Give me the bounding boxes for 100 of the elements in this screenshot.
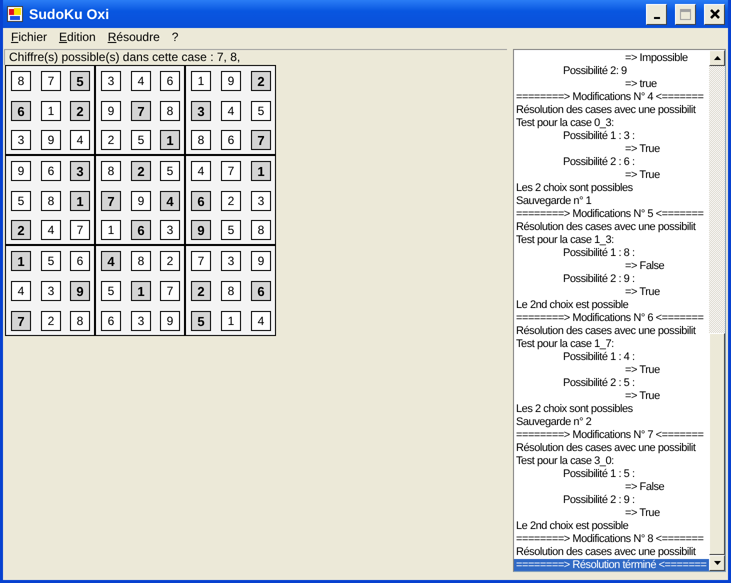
scroll-up-button[interactable] bbox=[709, 50, 725, 66]
sudoku-cell[interactable]: 4 bbox=[221, 101, 241, 121]
sudoku-cell[interactable]: 9 bbox=[160, 311, 180, 331]
sudoku-cell[interactable]: 4 bbox=[191, 161, 211, 181]
sudoku-cell[interactable]: 4 bbox=[101, 251, 121, 271]
sudoku-cell[interactable]: 6 bbox=[191, 191, 211, 211]
sudoku-cell[interactable]: 7 bbox=[131, 101, 151, 121]
sudoku-cell[interactable]: 2 bbox=[131, 161, 151, 181]
sudoku-cell[interactable]: 5 bbox=[11, 191, 31, 211]
log-line[interactable]: Possibilité 2 : 5 : bbox=[514, 377, 635, 390]
sudoku-cell[interactable]: 3 bbox=[221, 251, 241, 271]
sudoku-cell[interactable]: 8 bbox=[191, 130, 211, 150]
sudoku-cell[interactable]: 8 bbox=[11, 71, 31, 91]
log-line[interactable]: Les 2 choix sont possibles bbox=[514, 182, 633, 195]
log-line[interactable]: => True bbox=[514, 507, 660, 520]
log-line[interactable]: Possibilité 1 : 8 : bbox=[514, 247, 635, 260]
log-line[interactable]: => False bbox=[514, 260, 664, 273]
log-line[interactable]: Le 2nd choix est possible bbox=[514, 299, 628, 312]
log-line[interactable]: ========> Modifications N° 7 <======= bbox=[514, 429, 704, 442]
log-line[interactable]: Possibilité 1 : 3 : bbox=[514, 130, 635, 143]
sudoku-cell[interactable]: 8 bbox=[251, 220, 271, 240]
log-line[interactable]: Résolution des cases avec une possibilit bbox=[514, 325, 696, 338]
log-line[interactable]: Résolution des cases avec une possibilit bbox=[514, 104, 696, 117]
sudoku-cell[interactable]: 3 bbox=[70, 161, 90, 181]
menu-item[interactable]: Edition bbox=[53, 30, 102, 44]
log-line[interactable]: Possibilité 2 : 9 : bbox=[514, 494, 635, 507]
sudoku-cell[interactable]: 1 bbox=[101, 220, 121, 240]
sudoku-cell[interactable]: 9 bbox=[191, 220, 211, 240]
log-line[interactable]: Possibilité 2 : 9 : bbox=[514, 273, 635, 286]
sudoku-cell[interactable]: 3 bbox=[191, 101, 211, 121]
sudoku-cell[interactable]: 8 bbox=[101, 161, 121, 181]
log-line[interactable]: => Impossible bbox=[514, 52, 688, 65]
sudoku-cell[interactable]: 3 bbox=[11, 130, 31, 150]
sudoku-cell[interactable]: 1 bbox=[70, 191, 90, 211]
sudoku-cell[interactable]: 7 bbox=[11, 311, 31, 331]
sudoku-cell[interactable]: 2 bbox=[191, 281, 211, 301]
sudoku-cell[interactable]: 7 bbox=[191, 251, 211, 271]
sudoku-cell[interactable]: 1 bbox=[221, 311, 241, 331]
log-line[interactable]: => true bbox=[514, 78, 657, 91]
log-line[interactable]: Possibilité 1 : 4 : bbox=[514, 351, 635, 364]
log-line[interactable]: Le 2nd choix est possible bbox=[514, 520, 628, 533]
sudoku-cell[interactable]: 2 bbox=[251, 71, 271, 91]
sudoku-cell[interactable]: 4 bbox=[70, 130, 90, 150]
sudoku-cell[interactable]: 3 bbox=[101, 71, 121, 91]
sudoku-cell[interactable]: 7 bbox=[101, 191, 121, 211]
sudoku-cell[interactable]: 9 bbox=[11, 161, 31, 181]
log-line[interactable]: Résolution des cases avec une possibilit bbox=[514, 546, 696, 559]
sudoku-cell[interactable]: 5 bbox=[221, 220, 241, 240]
sudoku-cell[interactable]: 2 bbox=[70, 101, 90, 121]
sudoku-cell[interactable]: 6 bbox=[101, 311, 121, 331]
sudoku-cell[interactable]: 2 bbox=[221, 191, 241, 211]
sudoku-cell[interactable]: 9 bbox=[70, 281, 90, 301]
log-line[interactable]: Test pour la case 0_3: bbox=[514, 117, 614, 130]
sudoku-cell[interactable]: 2 bbox=[101, 130, 121, 150]
sudoku-cell[interactable]: 8 bbox=[41, 191, 61, 211]
log-line[interactable]: => True bbox=[514, 364, 660, 377]
log-line[interactable]: Possibilité 2 : 6 : bbox=[514, 156, 635, 169]
scroll-down-button[interactable] bbox=[709, 555, 725, 571]
minimize-button[interactable] bbox=[646, 4, 667, 24]
sudoku-cell[interactable]: 5 bbox=[70, 71, 90, 91]
sudoku-cell[interactable]: 8 bbox=[70, 311, 90, 331]
sudoku-cell[interactable]: 6 bbox=[41, 161, 61, 181]
sudoku-cell[interactable]: 5 bbox=[101, 281, 121, 301]
sudoku-cell[interactable]: 9 bbox=[221, 71, 241, 91]
sudoku-cell[interactable]: 1 bbox=[191, 71, 211, 91]
log-line[interactable]: ========> Modifications N° 4 <======= bbox=[514, 91, 704, 104]
sudoku-cell[interactable]: 6 bbox=[221, 130, 241, 150]
log-line[interactable]: ========> Modifications N° 5 <======= bbox=[514, 208, 704, 221]
sudoku-cell[interactable]: 8 bbox=[160, 101, 180, 121]
log-line[interactable]: Résolution des cases avec une possibilit bbox=[514, 442, 696, 455]
log-line[interactable]: Test pour la case 1_3: bbox=[514, 234, 614, 247]
sudoku-cell[interactable]: 2 bbox=[41, 311, 61, 331]
menu-item[interactable]: Fichier bbox=[5, 30, 54, 44]
log-line[interactable]: Résolution des cases avec une possibilit bbox=[514, 221, 696, 234]
sudoku-cell[interactable]: 4 bbox=[251, 311, 271, 331]
sudoku-cell[interactable]: 2 bbox=[160, 251, 180, 271]
log-line[interactable]: Les 2 choix sont possibles bbox=[514, 403, 633, 416]
sudoku-cell[interactable]: 1 bbox=[131, 281, 151, 301]
log-line[interactable]: Sauvegarde n° 2 bbox=[514, 416, 592, 429]
sudoku-cell[interactable]: 7 bbox=[41, 71, 61, 91]
sudoku-cell[interactable]: 4 bbox=[11, 281, 31, 301]
sudoku-cell[interactable]: 5 bbox=[251, 101, 271, 121]
sudoku-cell[interactable]: 4 bbox=[41, 220, 61, 240]
sudoku-cell[interactable]: 1 bbox=[160, 130, 180, 150]
sudoku-cell[interactable]: 8 bbox=[131, 251, 151, 271]
sudoku-cell[interactable]: 7 bbox=[160, 281, 180, 301]
menu-item[interactable]: Résoudre bbox=[102, 30, 166, 44]
sudoku-cell[interactable]: 5 bbox=[131, 130, 151, 150]
sudoku-cell[interactable]: 6 bbox=[11, 101, 31, 121]
sudoku-cell[interactable]: 5 bbox=[160, 161, 180, 181]
log-line[interactable]: => True bbox=[514, 169, 660, 182]
sudoku-cell[interactable]: 3 bbox=[131, 311, 151, 331]
sudoku-cell[interactable]: 1 bbox=[11, 251, 31, 271]
log-list[interactable] bbox=[513, 49, 726, 572]
maximize-button[interactable] bbox=[675, 4, 696, 24]
sudoku-cell[interactable]: 8 bbox=[221, 281, 241, 301]
sudoku-cell[interactable]: 1 bbox=[251, 161, 271, 181]
log-line[interactable]: Test pour la case 3_0: bbox=[514, 455, 614, 468]
log-line[interactable]: Test pour la case 1_7: bbox=[514, 338, 614, 351]
sudoku-cell[interactable]: 6 bbox=[160, 71, 180, 91]
